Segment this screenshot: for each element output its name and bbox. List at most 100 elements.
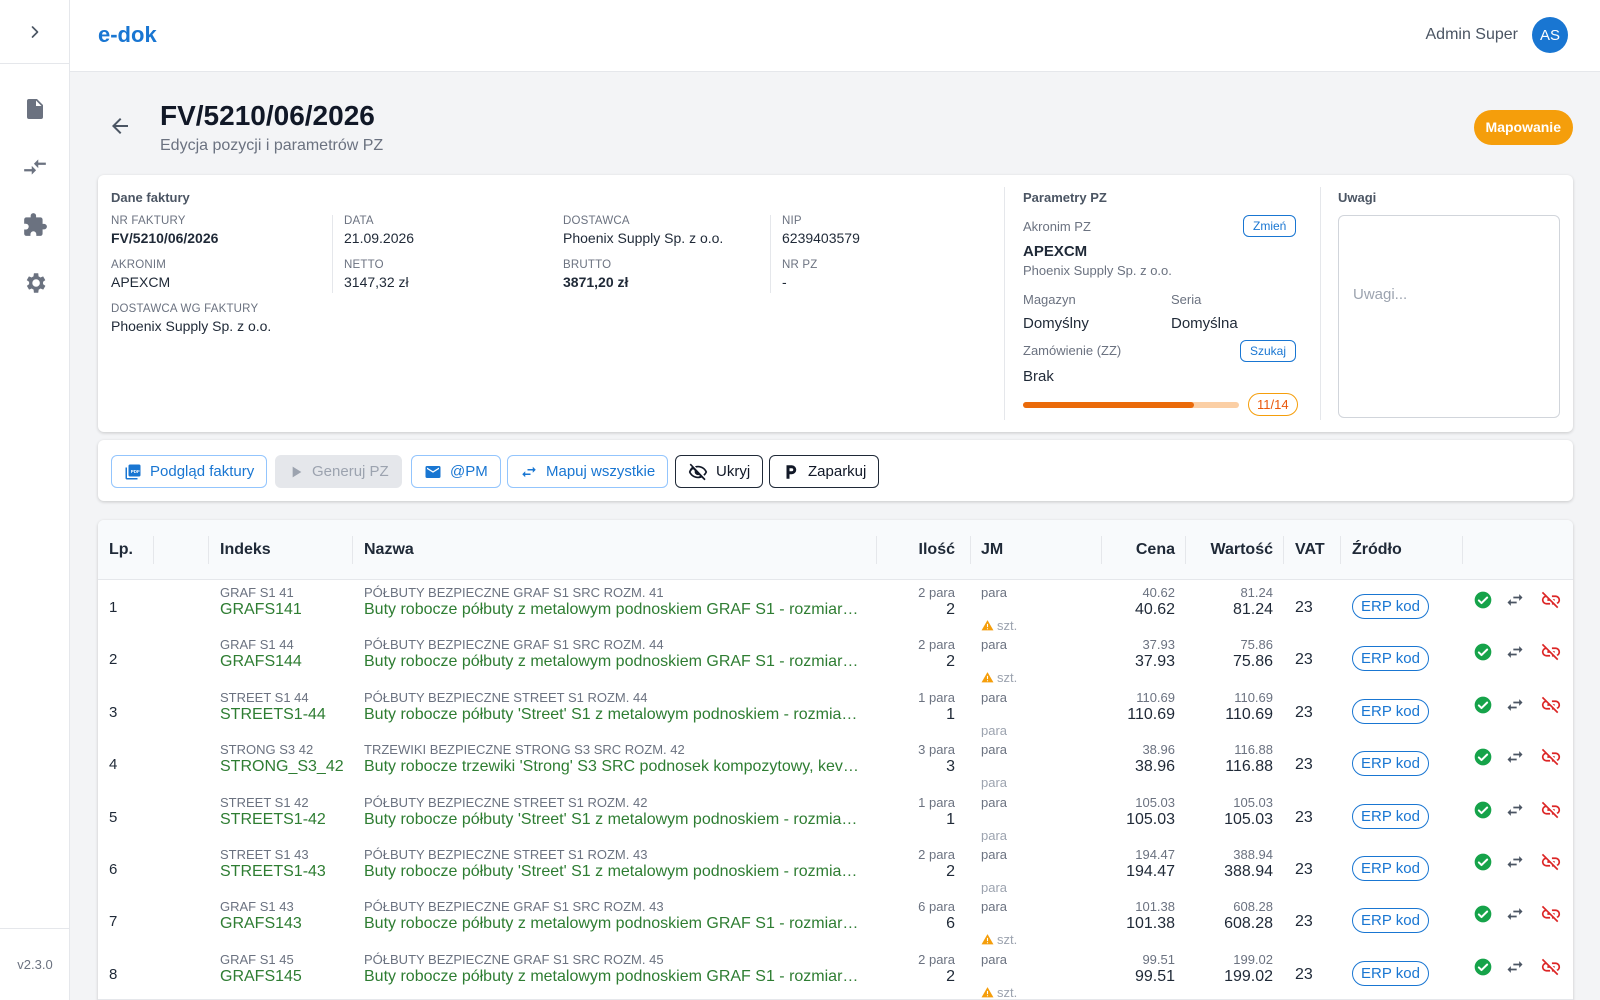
remap-button[interactable]	[1504, 746, 1526, 768]
erp-code-button[interactable]: ERP kod	[1352, 856, 1429, 881]
col-price[interactable]: Cena	[1136, 541, 1175, 559]
table-row[interactable]: 1 GRAF S1 41 GRAFS141 PÓŁBUTY BEZPIECZNE GR…	[98, 580, 1573, 634]
col-quantity[interactable]: Ilość	[919, 541, 955, 559]
row-price[interactable]: 99.51	[1135, 968, 1175, 986]
row-quantity[interactable]: 2	[946, 601, 955, 619]
col-lp[interactable]: Lp.	[109, 541, 133, 559]
row-quantity[interactable]: 2	[946, 968, 955, 986]
col-index[interactable]: Indeks	[220, 541, 271, 559]
row-quantity[interactable]: 2	[946, 653, 955, 671]
col-unit[interactable]: JM	[981, 541, 1003, 559]
row-name-mapped[interactable]: Buty robocze półbuty z metalowym podnosk…	[364, 601, 862, 619]
warehouse-value[interactable]: Domyślny	[1023, 315, 1089, 332]
brand-logo[interactable]: e-dok	[98, 22, 157, 48]
col-source[interactable]: Źródło	[1352, 541, 1402, 559]
confirm-button[interactable]	[1472, 799, 1494, 821]
row-price[interactable]: 40.62	[1135, 601, 1175, 619]
row-index-mapped[interactable]: STREETS1-43	[220, 863, 326, 881]
erp-code-button[interactable]: ERP kod	[1352, 803, 1429, 829]
row-name-mapped[interactable]: Buty robocze trzewiki 'Strong' S3 SRC po…	[364, 758, 862, 776]
table-row[interactable]: 2 GRAF S1 44 GRAFS144 PÓŁBUTY BEZPIECZNE GR…	[98, 632, 1573, 686]
status-badge[interactable]: Mapowanie	[1473, 110, 1573, 145]
confirm-button[interactable]	[1472, 641, 1494, 663]
table-row[interactable]: 3 STREET S1 44 STREETS1-44 PÓŁBUTY BEZPIECZ…	[98, 684, 1573, 739]
remap-button[interactable]	[1504, 641, 1526, 663]
sidebar-item-extensions[interactable]	[0, 196, 69, 254]
unlink-button[interactable]	[1540, 799, 1562, 821]
unlink-button[interactable]	[1540, 589, 1562, 611]
row-price[interactable]: 38.96	[1135, 758, 1175, 776]
row-price[interactable]: 105.03	[1126, 811, 1175, 829]
notes-input[interactable]	[1338, 215, 1560, 418]
park-button[interactable]: Zaparkuj	[769, 455, 880, 488]
table-row[interactable]: 8 GRAF S1 45 GRAFS145 PÓŁBUTY BEZPIECZNE GR…	[98, 946, 1573, 1000]
unlink-button[interactable]	[1540, 851, 1562, 873]
generate-pz-button[interactable]: Generuj PZ	[275, 455, 402, 488]
unlink-button[interactable]	[1540, 641, 1562, 663]
unlink-button[interactable]	[1540, 746, 1562, 768]
confirm-button[interactable]	[1472, 694, 1494, 716]
confirm-button[interactable]	[1472, 851, 1494, 873]
sidebar-toggle-button[interactable]	[0, 0, 69, 64]
erp-code-button[interactable]: ERP kod	[1352, 751, 1429, 777]
row-price[interactable]: 101.38	[1126, 915, 1175, 933]
sidebar-item-settings[interactable]	[0, 254, 69, 312]
row-index-mapped[interactable]: GRAFS141	[220, 601, 302, 619]
row-quantity[interactable]: 3	[946, 758, 955, 776]
col-value[interactable]: Wartość	[1210, 541, 1273, 559]
unlink-button[interactable]	[1540, 903, 1562, 925]
row-index-mapped[interactable]: STREETS1-44	[220, 706, 326, 724]
pm-button[interactable]: @PM	[411, 455, 501, 488]
confirm-button[interactable]	[1472, 589, 1494, 611]
sidebar-item-compare[interactable]	[0, 138, 69, 196]
row-name-mapped[interactable]: Buty robocze półbuty z metalowym podnosk…	[364, 968, 862, 986]
row-index-mapped[interactable]: GRAFS144	[220, 653, 302, 671]
erp-code-button[interactable]: ERP kod	[1352, 960, 1429, 986]
back-button[interactable]	[106, 112, 134, 140]
hide-button[interactable]: Ukryj	[675, 455, 764, 488]
confirm-button[interactable]	[1472, 956, 1494, 978]
series-value[interactable]: Domyślna	[1171, 315, 1238, 332]
remap-button[interactable]	[1504, 799, 1526, 821]
table-row[interactable]: 4 STRONG S3 42 STRONG_S3_42 TRZEWIKI BEZPIE…	[98, 737, 1573, 791]
row-price[interactable]: 194.47	[1126, 863, 1175, 881]
row-name-mapped[interactable]: Buty robocze półbuty 'Street' S1 z metal…	[364, 811, 862, 829]
confirm-button[interactable]	[1472, 746, 1494, 768]
row-price[interactable]: 110.69	[1127, 706, 1175, 724]
table-row[interactable]: 5 STREET S1 42 STREETS1-42 PÓŁBUTY BEZPIECZ…	[98, 789, 1573, 844]
row-index-mapped[interactable]: STRONG_S3_42	[220, 758, 344, 776]
avatar[interactable]: AS	[1532, 17, 1568, 53]
row-name-mapped[interactable]: Buty robocze półbuty 'Street' S1 z metal…	[364, 863, 862, 881]
erp-code-button[interactable]: ERP kod	[1352, 594, 1429, 619]
remap-button[interactable]	[1504, 694, 1526, 716]
row-index-mapped[interactable]: GRAFS145	[220, 968, 302, 986]
change-acronym-button[interactable]: Zmień	[1243, 215, 1297, 237]
map-all-button[interactable]: Mapuj wszystkie	[507, 455, 669, 488]
confirm-button[interactable]	[1472, 903, 1494, 925]
table-row[interactable]: 6 STREET S1 43 STREETS1-43 PÓŁBUTY BEZPIECZ…	[98, 842, 1573, 896]
erp-code-button[interactable]: ERP kod	[1352, 908, 1429, 934]
row-name-mapped[interactable]: Buty robocze półbuty z metalowym podnosk…	[364, 915, 862, 933]
row-quantity[interactable]: 2	[946, 863, 955, 881]
remap-button[interactable]	[1504, 903, 1526, 925]
erp-code-button[interactable]: ERP kod	[1352, 698, 1429, 724]
row-quantity[interactable]: 1	[946, 706, 955, 724]
col-vat[interactable]: VAT	[1295, 541, 1325, 559]
unlink-button[interactable]	[1540, 694, 1562, 716]
search-order-button[interactable]: Szukaj	[1240, 340, 1297, 362]
erp-code-button[interactable]: ERP kod	[1352, 646, 1429, 672]
row-name-mapped[interactable]: Buty robocze półbuty 'Street' S1 z metal…	[364, 706, 862, 724]
unlink-button[interactable]	[1540, 956, 1562, 978]
remap-button[interactable]	[1504, 851, 1526, 873]
row-price[interactable]: 37.93	[1135, 653, 1175, 671]
preview-invoice-button[interactable]: PDF Podgląd faktury	[111, 455, 268, 488]
sidebar-item-documents[interactable]	[0, 80, 69, 138]
row-quantity[interactable]: 1	[946, 811, 955, 829]
col-name[interactable]: Nazwa	[364, 541, 414, 559]
table-row[interactable]: 7 GRAF S1 43 GRAFS143 PÓŁBUTY BEZPIECZNE GR…	[98, 894, 1573, 948]
row-quantity[interactable]: 6	[946, 915, 955, 933]
remap-button[interactable]	[1504, 589, 1526, 611]
row-index-mapped[interactable]: GRAFS143	[220, 915, 302, 933]
row-index-mapped[interactable]: STREETS1-42	[220, 811, 326, 829]
row-name-mapped[interactable]: Buty robocze półbuty z metalowym podnosk…	[364, 653, 862, 671]
